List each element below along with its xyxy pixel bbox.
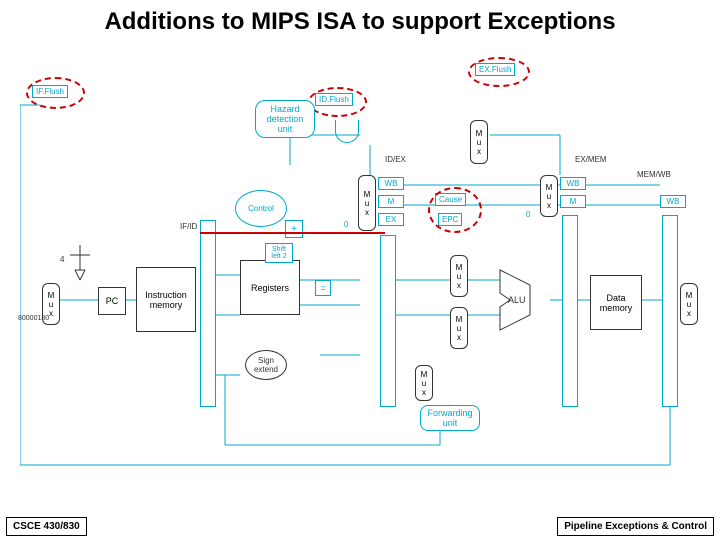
exmem-top-mux: M u x	[470, 120, 488, 164]
program-counter: PC	[98, 287, 126, 315]
or-gate-icon	[335, 120, 359, 143]
zero-label-2: 0	[526, 210, 530, 219]
exception-addr-const: 80000180	[18, 315, 49, 322]
instruction-memory: Instruction memory	[136, 267, 196, 332]
if-flush-highlight	[26, 77, 85, 109]
control-unit: Control	[235, 190, 287, 227]
alu-src-b-mux: M u x	[450, 307, 468, 349]
ex-flush-highlight	[468, 57, 530, 87]
mem-wb-label: MEM/WB	[637, 170, 671, 179]
id-ex-register	[380, 235, 396, 407]
reg-dst-mux: M u x	[415, 365, 433, 401]
id-flush-highlight	[308, 87, 367, 117]
data-memory: Data memory	[590, 275, 642, 330]
mips-pipeline-diagram: IF.Flush EX.Flush ID.Flush Hazard detect…	[20, 45, 700, 485]
exmem-control-mux: M u x	[540, 175, 558, 217]
ex-mem-label: EX/MEM	[575, 155, 607, 164]
plus-4-label: 4	[60, 255, 64, 264]
id-ex-label: ID/EX	[385, 155, 406, 164]
idex-wb-signal: WB	[378, 177, 404, 190]
idex-control-mux: M u x	[358, 175, 376, 231]
mem-wb-register	[662, 215, 678, 407]
ex-mem-register	[562, 215, 578, 407]
hazard-detection-unit: Hazard detection unit	[255, 100, 315, 138]
sign-extend: Sign extend	[245, 350, 287, 380]
memwb-wb-signal: WB	[660, 195, 686, 208]
exception-path-highlight	[200, 232, 385, 234]
zero-label-1: 0	[344, 220, 348, 229]
branch-adder: +	[285, 220, 303, 238]
exmem-m-signal: M	[560, 195, 586, 208]
register-file: Registers	[240, 260, 300, 315]
writeback-mux: M u x	[680, 283, 698, 325]
if-id-register	[200, 220, 216, 407]
alu-label: ALU	[508, 295, 526, 305]
idex-ex-signal: EX	[378, 213, 404, 226]
cause-epc-highlight	[428, 187, 482, 233]
equality-comparator: =	[315, 280, 331, 296]
exmem-wb-signal: WB	[560, 177, 586, 190]
idex-m-signal: M	[378, 195, 404, 208]
course-code: CSCE 430/830	[6, 517, 87, 536]
shift-left-2: Shift left 2	[265, 243, 293, 263]
forwarding-unit: Forwarding unit	[420, 405, 480, 431]
topic-label: Pipeline Exceptions & Control	[557, 517, 714, 536]
page-title: Additions to MIPS ISA to support Excepti…	[0, 0, 720, 38]
alu-src-a-mux: M u x	[450, 255, 468, 297]
if-id-label: IF/ID	[180, 222, 197, 231]
slide-footer: CSCE 430/830 Pipeline Exceptions & Contr…	[0, 517, 720, 536]
